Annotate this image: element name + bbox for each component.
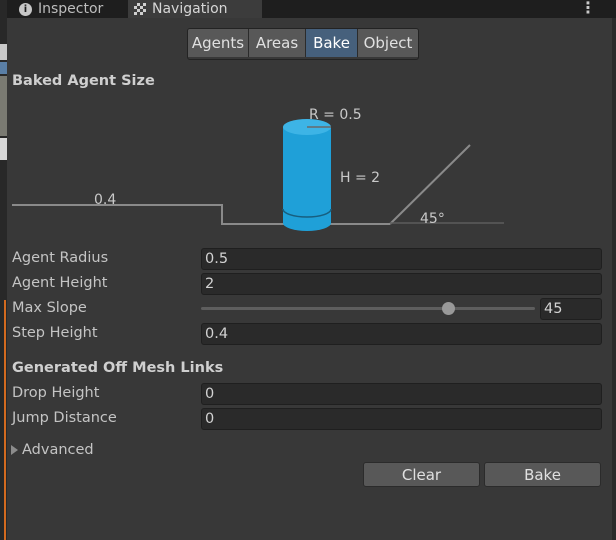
slope-angle-label: 45° bbox=[420, 211, 445, 227]
segment-areas[interactable]: Areas bbox=[249, 29, 306, 57]
segment-bake[interactable]: Bake bbox=[306, 29, 358, 57]
advanced-label: Advanced bbox=[22, 442, 94, 458]
tab-inspector[interactable]: i Inspector bbox=[13, 0, 129, 18]
segment-agents[interactable]: Agents bbox=[188, 29, 249, 57]
tab-navigation-label: Navigation bbox=[152, 1, 228, 17]
step-ground-line bbox=[12, 204, 390, 225]
step-height-label: 0.4 bbox=[94, 192, 116, 208]
bake-button[interactable]: Bake bbox=[484, 462, 601, 487]
foldout-arrow-icon bbox=[11, 445, 18, 455]
agent-size-diagram: R = 0.5 H = 2 0.4 45° bbox=[12, 107, 504, 231]
jump-distance-field[interactable]: 0 bbox=[201, 408, 602, 430]
navigation-icon bbox=[134, 3, 146, 15]
agent-cylinder-body bbox=[283, 127, 331, 223]
step-height-label: Step Height bbox=[12, 325, 98, 341]
max-slope-slider-track[interactable] bbox=[201, 307, 535, 310]
radius-label: R = 0.5 bbox=[309, 107, 362, 123]
drop-height-field[interactable]: 0 bbox=[201, 383, 602, 405]
step-height-field[interactable]: 0.4 bbox=[201, 323, 602, 345]
agent-radius-field[interactable]: 0.5 bbox=[201, 248, 602, 270]
tab-inspector-label: Inspector bbox=[38, 1, 104, 17]
tab-bar: i Inspector Navigation ⋮ bbox=[7, 0, 616, 18]
drop-height-label: Drop Height bbox=[12, 385, 100, 401]
segment-object[interactable]: Object bbox=[358, 29, 418, 57]
max-slope-slider-handle[interactable] bbox=[441, 302, 455, 315]
agent-height-label: Agent Height bbox=[12, 275, 108, 291]
height-label: H = 2 bbox=[340, 170, 380, 186]
max-slope-label: Max Slope bbox=[12, 300, 87, 316]
info-icon: i bbox=[19, 2, 32, 16]
kebab-menu-icon[interactable]: ⋮ bbox=[580, 0, 596, 17]
navigation-mode-toolbar: Agents Areas Bake Object bbox=[187, 28, 419, 60]
baked-agent-size-title: Baked Agent Size bbox=[12, 73, 155, 89]
jump-distance-label: Jump Distance bbox=[12, 410, 117, 426]
scene-view-edge bbox=[0, 0, 7, 540]
advanced-foldout[interactable]: Advanced bbox=[11, 442, 94, 458]
clear-button[interactable]: Clear bbox=[363, 462, 480, 487]
agent-height-field[interactable]: 2 bbox=[201, 273, 602, 295]
max-slope-field[interactable]: 45 bbox=[540, 298, 602, 320]
off-mesh-links-title: Generated Off Mesh Links bbox=[12, 360, 224, 376]
agent-radius-label: Agent Radius bbox=[12, 250, 109, 266]
tab-navigation[interactable]: Navigation bbox=[128, 0, 262, 18]
